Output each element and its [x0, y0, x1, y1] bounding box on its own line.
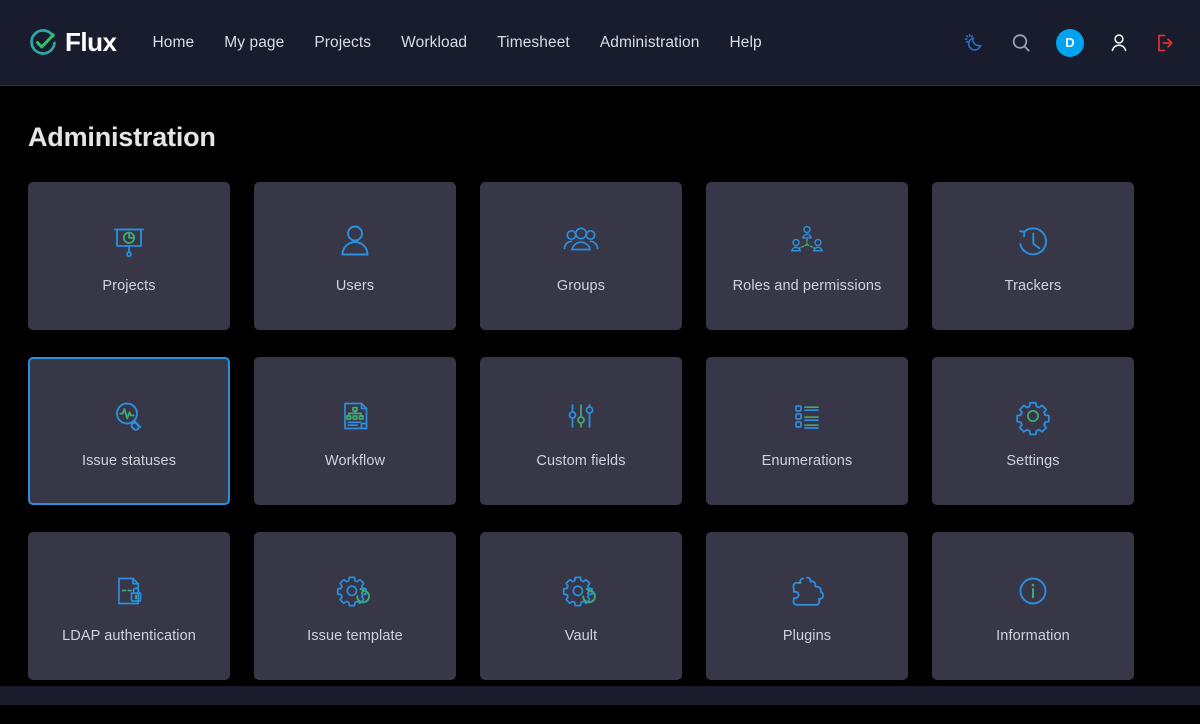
admin-card-label: Issue template	[307, 628, 403, 644]
gear-icon	[1010, 393, 1056, 439]
admin-card-projects[interactable]: Projects	[28, 182, 230, 330]
gear-refresh-icon	[332, 568, 378, 614]
admin-card-custom-fields[interactable]: Custom fields	[480, 357, 682, 505]
admin-card-enumerations[interactable]: Enumerations	[706, 357, 908, 505]
hierarchy-users-icon	[784, 218, 830, 264]
top-header: Flux Home My page Projects Workload Time…	[0, 0, 1200, 86]
admin-card-trackers[interactable]: Trackers	[932, 182, 1134, 330]
admin-card-roles-and-permissions[interactable]: Roles and permissions	[706, 182, 908, 330]
header-actions: D	[962, 28, 1178, 57]
admin-card-settings[interactable]: Settings	[932, 357, 1134, 505]
gear-refresh-icon	[558, 568, 604, 614]
sliders-icon	[558, 393, 604, 439]
admin-card-label: Workflow	[324, 453, 386, 469]
user-icon[interactable]	[1107, 31, 1131, 55]
admin-card-workflow[interactable]: Workflow	[254, 357, 456, 505]
document-lock-icon	[106, 568, 152, 614]
page-body: Administration Projects Users Groups Rol…	[0, 86, 1200, 705]
admin-card-label: Users	[335, 278, 375, 294]
admin-card-groups[interactable]: Groups	[480, 182, 682, 330]
admin-card-label: Settings	[1006, 453, 1060, 469]
admin-card-label: Plugins	[782, 628, 832, 644]
logout-icon[interactable]	[1154, 31, 1178, 55]
page-title: Administration	[28, 122, 216, 152]
admin-card-ldap-authentication[interactable]: LDAP authentication	[28, 532, 230, 680]
brand-name: Flux	[65, 27, 117, 57]
admin-card-label: Groups	[556, 278, 606, 294]
admin-card-information[interactable]: Information	[932, 532, 1134, 680]
admin-card-label: LDAP authentication	[62, 628, 196, 644]
nav-item-administration[interactable]: Administration	[600, 34, 700, 52]
nav-item-help[interactable]: Help	[729, 34, 761, 52]
main-navigation: Home My page Projects Workload Timesheet…	[152, 34, 761, 52]
user-icon	[332, 218, 378, 264]
presentation-chart-icon	[106, 218, 152, 264]
admin-card-label: Information	[996, 628, 1070, 644]
admin-card-issue-statuses[interactable]: Issue statuses	[28, 357, 230, 505]
check-circle-logo-icon	[28, 28, 58, 58]
magnifier-pulse-icon	[106, 393, 152, 439]
info-circle-icon	[1010, 568, 1056, 614]
clock-arrow-icon	[1010, 218, 1056, 264]
page-footer	[0, 686, 1200, 705]
document-flowchart-icon	[332, 393, 378, 439]
admin-card-label: Vault	[564, 628, 598, 644]
admin-card-label: Trackers	[1004, 278, 1062, 294]
puzzle-piece-icon	[784, 568, 830, 614]
admin-card-label: Projects	[102, 278, 156, 294]
nav-item-home[interactable]: Home	[152, 34, 194, 52]
admin-card-label: Enumerations	[761, 453, 853, 469]
admin-card-vault[interactable]: Vault	[480, 532, 682, 680]
nav-item-my-page[interactable]: My page	[224, 34, 284, 52]
admin-card-label: Issue statuses	[81, 453, 177, 469]
avatar[interactable]: D	[1056, 28, 1084, 57]
nav-item-workload[interactable]: Workload	[401, 34, 467, 52]
checklist-icon	[784, 393, 830, 439]
admin-card-users[interactable]: Users	[254, 182, 456, 330]
admin-card-issue-template[interactable]: Issue template	[254, 532, 456, 680]
nav-item-projects[interactable]: Projects	[314, 34, 371, 52]
admin-card-grid: Projects Users Groups Roles and permissi…	[28, 182, 1172, 680]
nav-item-timesheet[interactable]: Timesheet	[497, 34, 570, 52]
admin-card-plugins[interactable]: Plugins	[706, 532, 908, 680]
users-group-icon	[558, 218, 604, 264]
admin-card-label: Roles and permissions	[732, 278, 882, 294]
search-icon[interactable]	[1009, 31, 1033, 55]
admin-card-label: Custom fields	[536, 453, 626, 469]
brand-logo[interactable]: Flux	[28, 27, 117, 58]
moon-sun-icon[interactable]	[962, 31, 986, 55]
